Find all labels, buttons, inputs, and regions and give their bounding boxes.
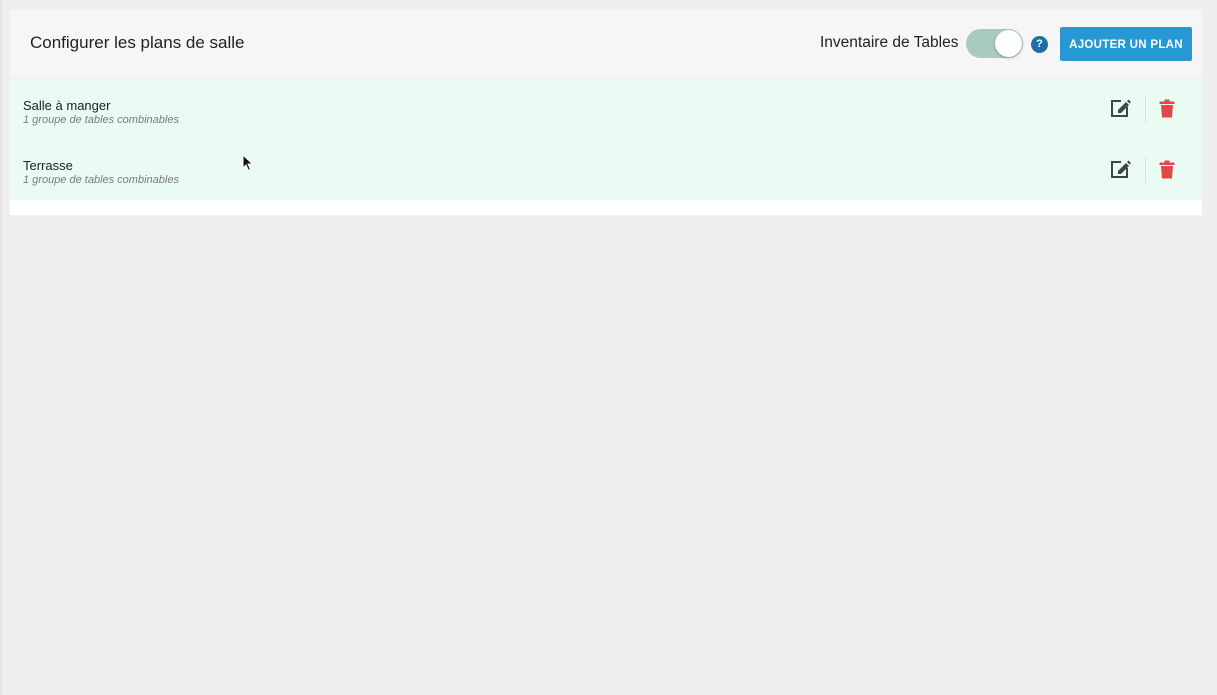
trash-icon[interactable] [1159, 99, 1175, 119]
toggle-knob [995, 30, 1022, 57]
plans-list: Salle à manger 1 groupe de tables combin… [10, 79, 1202, 200]
plan-subtitle: 1 groupe de tables combinables [23, 114, 179, 126]
plan-name: Terrasse [23, 158, 73, 173]
plan-name: Salle à manger [23, 98, 111, 113]
mouse-cursor-icon [242, 153, 254, 172]
inventory-toggle[interactable] [966, 29, 1023, 58]
pencil-square-icon[interactable] [1109, 158, 1131, 180]
panel-header: Configurer les plans de salle Inventaire… [10, 10, 1202, 79]
pencil-square-icon[interactable] [1109, 97, 1131, 119]
window-edge [0, 0, 3, 695]
list-item: Terrasse 1 groupe de tables combinables [10, 140, 1202, 200]
action-divider [1145, 96, 1146, 122]
question-circle-icon[interactable]: ? [1031, 36, 1048, 53]
floor-plans-panel: Configurer les plans de salle Inventaire… [10, 10, 1202, 215]
plan-subtitle: 1 groupe de tables combinables [23, 174, 179, 186]
trash-icon[interactable] [1159, 160, 1175, 180]
page-title: Configurer les plans de salle [30, 33, 245, 52]
action-divider [1145, 157, 1146, 183]
inventory-label: Inventaire de Tables [820, 34, 959, 51]
list-item: Salle à manger 1 groupe de tables combin… [10, 79, 1202, 139]
add-plan-button[interactable]: AJOUTER UN PLAN [1060, 27, 1192, 61]
